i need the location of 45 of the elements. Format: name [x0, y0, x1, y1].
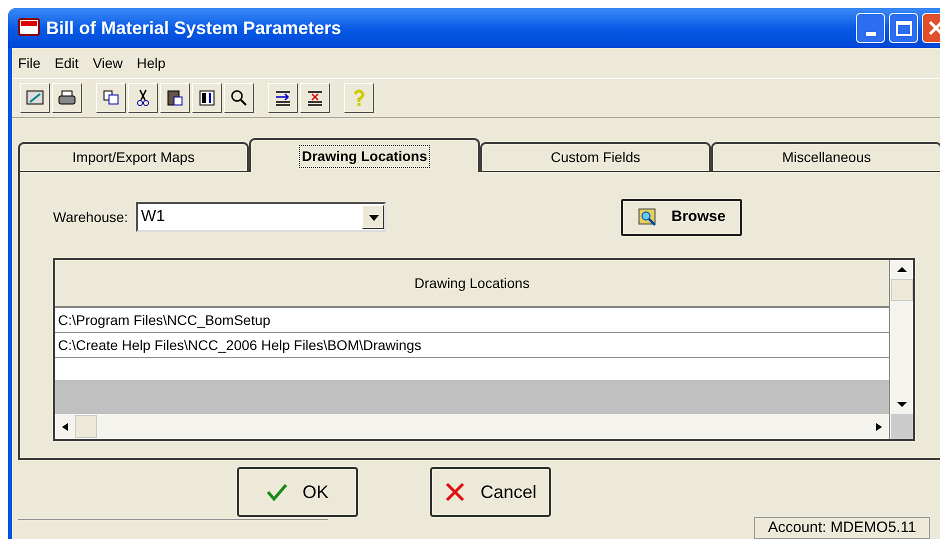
- tab[interactable]: Custom Fields: [480, 142, 711, 172]
- print-icon[interactable]: [52, 83, 82, 113]
- warehouse-dropdown[interactable]: W1: [136, 202, 386, 232]
- menu-item[interactable]: Edit: [54, 52, 79, 74]
- cut-icon[interactable]: [128, 83, 158, 113]
- insert-row-icon[interactable]: [268, 83, 298, 113]
- copy-icon[interactable]: [96, 83, 126, 113]
- menu-item[interactable]: Help: [136, 52, 166, 74]
- browse-button[interactable]: Browse: [620, 198, 742, 236]
- scrollbar-corner: [890, 414, 912, 439]
- monitor-icon[interactable]: [20, 83, 50, 113]
- ok-button[interactable]: OK: [237, 467, 358, 517]
- warehouse-label: Warehouse:: [53, 208, 128, 226]
- cancel-button[interactable]: Cancel: [430, 467, 551, 517]
- tab[interactable]: Import/Export Maps: [18, 142, 249, 172]
- maximize-button[interactable]: [889, 13, 918, 43]
- close-icon: [928, 20, 940, 36]
- checkmark-icon: [266, 482, 288, 502]
- table-cell: C:\Create Help Files\NCC_2006 Help Files\BOM\Drawings: [55, 333, 889, 358]
- window-title: Bill of Material System Parameters: [46, 16, 342, 40]
- minimize-button[interactable]: [856, 13, 885, 43]
- paste-icon[interactable]: [160, 83, 190, 113]
- columns-icon[interactable]: [192, 83, 222, 113]
- maximize-icon: [896, 20, 912, 36]
- scroll-thumb[interactable]: [75, 415, 97, 438]
- menu-item[interactable]: File: [18, 52, 41, 74]
- scroll-right-icon: [876, 422, 882, 430]
- table-cell: C:\Program Files\NCC_BomSetup: [55, 308, 889, 333]
- vertical-scrollbar[interactable]: [889, 260, 913, 439]
- tab[interactable]: Miscellaneous: [711, 142, 940, 172]
- horizontal-scrollbar[interactable]: [55, 414, 889, 439]
- zoom-icon[interactable]: [224, 83, 254, 113]
- account-status: Account: MDEMO5.11: [754, 517, 930, 539]
- app-icon: [18, 18, 40, 38]
- scroll-thumb[interactable]: [890, 279, 912, 301]
- scroll-up-icon: [896, 267, 906, 272]
- cross-icon: [444, 481, 466, 503]
- delete-row-icon[interactable]: [300, 83, 330, 113]
- menu-item[interactable]: View: [92, 52, 123, 74]
- scroll-down-icon: [896, 402, 906, 407]
- dropdown-caret-icon: [362, 205, 384, 229]
- scroll-left-icon: [62, 422, 68, 430]
- help-icon[interactable]: [344, 83, 374, 113]
- minimize-icon: [866, 32, 876, 36]
- tab[interactable]: Drawing Locations: [249, 138, 480, 172]
